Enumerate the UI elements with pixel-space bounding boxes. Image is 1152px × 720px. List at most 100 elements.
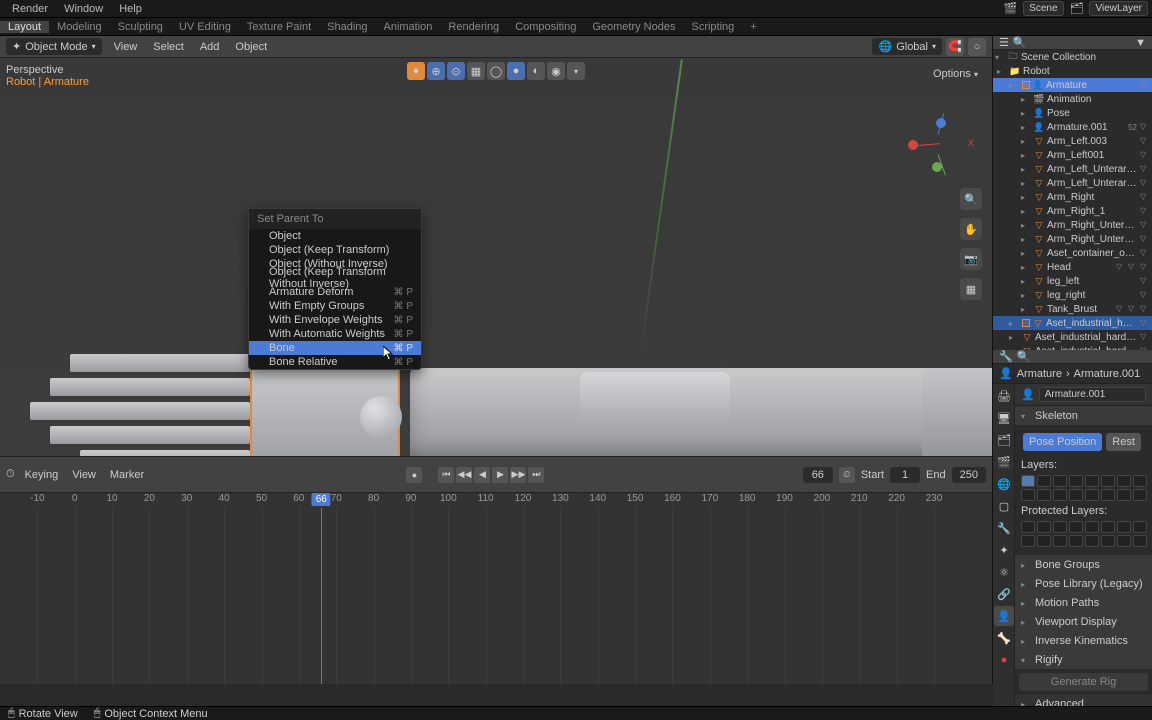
orientation-selector[interactable]: 🌐Global▾	[872, 38, 942, 55]
parent-option-1[interactable]: Object (Keep Transform)	[249, 243, 421, 257]
mode-selector[interactable]: ✦Object Mode▾	[6, 38, 102, 55]
overlay-toggle[interactable]: ⊙	[447, 62, 465, 80]
tab-uv-editing[interactable]: UV Editing	[171, 21, 239, 33]
solid-shading[interactable]: ●	[507, 62, 525, 80]
rigify-panel-header[interactable]: ▾Rigify	[1015, 651, 1152, 669]
jump-next-keyframe-button[interactable]: ▶▶	[510, 467, 526, 483]
3d-viewport[interactable]: ● ⊕ ⊙ ▦ ◯ ● ◐ ◉ ▾ Options ▾ Perspective …	[0, 58, 992, 456]
menu-help[interactable]: Help	[111, 3, 150, 15]
timeline-editor-icon[interactable]: ⏱	[6, 468, 15, 481]
rest-position-button[interactable]: Rest	[1106, 433, 1141, 451]
constraint-properties-tab[interactable]: 🔗	[994, 584, 1014, 604]
panel-header-1[interactable]: ▸Pose Library (Legacy)	[1015, 575, 1152, 593]
tab-compositing[interactable]: Compositing	[507, 21, 584, 33]
viewlayer-name-input[interactable]: ViewLayer	[1089, 1, 1148, 16]
parent-option-4[interactable]: Armature Deform⌘ P	[249, 285, 421, 299]
panel-header-0[interactable]: ▸Bone Groups	[1015, 556, 1152, 574]
parent-option-5[interactable]: With Empty Groups⌘ P	[249, 299, 421, 313]
tab-sculpting[interactable]: Sculpting	[110, 21, 171, 33]
menu-select[interactable]: Select	[149, 41, 188, 53]
zoom-tool-icon[interactable]: 🔍	[960, 188, 982, 210]
physics-properties-tab[interactable]: ⚛	[994, 562, 1014, 582]
object-properties-tab[interactable]: ▢	[994, 496, 1014, 516]
tab-shading[interactable]: Shading	[319, 21, 375, 33]
skeleton-panel-header[interactable]: ▾Skeleton	[1015, 407, 1152, 425]
xray-toggle[interactable]: ▦	[467, 62, 485, 80]
outliner-row-10[interactable]: ▸▽Arm_Right_1▽	[993, 204, 1152, 218]
outliner-row-0[interactable]: ▸📁Robot	[993, 64, 1152, 78]
tab-layout[interactable]: Layout	[0, 21, 49, 33]
snap-toggle[interactable]: 🧲	[946, 38, 964, 56]
parent-option-3[interactable]: Object (Keep Transform Without Inverse)	[249, 271, 421, 285]
pose-position-button[interactable]: Pose Position	[1023, 433, 1102, 451]
breadcrumb-armature[interactable]: Armature	[1017, 368, 1062, 380]
gizmo-y-axis[interactable]	[932, 162, 942, 172]
outliner-filter-icon[interactable]: ▼	[1135, 37, 1146, 49]
material-shading[interactable]: ◐	[527, 62, 545, 80]
outliner-row-14[interactable]: ▸▽Head▽▽▽	[993, 260, 1152, 274]
bone-properties-tab[interactable]: 🦴	[994, 628, 1014, 648]
outliner[interactable]: ▾🗀Scene Collection ▸📁Robot▸👤Armature▽▸🎬A…	[993, 50, 1152, 350]
menu-add[interactable]: Add	[196, 41, 224, 53]
scene-name-input[interactable]: Scene	[1023, 1, 1063, 16]
tab-rendering[interactable]: Rendering	[440, 21, 507, 33]
outliner-row-8[interactable]: ▸▽Arm_Left_Unterarm_2.001▽	[993, 176, 1152, 190]
armature-layers-grid[interactable]	[1021, 475, 1146, 501]
breadcrumb-data[interactable]: Armature.001	[1074, 368, 1141, 380]
outliner-row-9[interactable]: ▸▽Arm_Right▽	[993, 190, 1152, 204]
auto-keying-toggle[interactable]: ●	[406, 467, 422, 483]
outliner-filter-input[interactable]: 🔍	[1009, 36, 1135, 49]
menu-render[interactable]: Render	[4, 3, 56, 15]
timeline-ruler[interactable]: -100102030405060708090100110120130140150…	[0, 492, 992, 508]
tab-geometry-nodes[interactable]: Geometry Nodes	[584, 21, 683, 33]
tab-modeling[interactable]: Modeling	[49, 21, 110, 33]
outliner-row-15[interactable]: ▸▽leg_left▽	[993, 274, 1152, 288]
outliner-row-12[interactable]: ▸▽Arm_Right_Unterarm_2▽	[993, 232, 1152, 246]
jump-prev-keyframe-button[interactable]: ◀◀	[456, 467, 472, 483]
outliner-row-7[interactable]: ▸▽Arm_Left_Unterarm.001▽	[993, 162, 1152, 176]
outliner-row-18[interactable]: ▸▽Aset_industrial_hardware_M_v▽	[993, 316, 1152, 330]
properties-search-input[interactable]: 🔍	[1017, 350, 1146, 363]
outliner-row-16[interactable]: ▸▽leg_right▽	[993, 288, 1152, 302]
jump-to-start-button[interactable]: ⏮	[438, 467, 454, 483]
generate-rig-button[interactable]: Generate Rig	[1019, 673, 1148, 691]
armature-data-name-input[interactable]: Armature.001	[1039, 387, 1146, 402]
viewlayer-properties-tab[interactable]: 🗂	[994, 430, 1014, 450]
panel-header-3[interactable]: ▸Viewport Display	[1015, 613, 1152, 631]
outliner-row-1[interactable]: ▸👤Armature▽	[993, 78, 1152, 92]
outliner-row-11[interactable]: ▸▽Arm_Right_Unterarm▽	[993, 218, 1152, 232]
marker-menu[interactable]: Marker	[106, 469, 148, 481]
world-properties-tab[interactable]: 🌐	[994, 474, 1014, 494]
outliner-row-4[interactable]: ▸👤Armature.00152▽	[993, 120, 1152, 134]
parent-option-7[interactable]: With Automatic Weights⌘ P	[249, 327, 421, 341]
tab-add-workspace[interactable]: +	[742, 21, 764, 33]
keying-menu[interactable]: Keying	[21, 469, 63, 481]
particle-properties-tab[interactable]: ✦	[994, 540, 1014, 560]
timeline-view-menu[interactable]: View	[68, 469, 100, 481]
gizmo-z-axis[interactable]	[936, 118, 946, 128]
tab-scripting[interactable]: Scripting	[683, 21, 742, 33]
navigation-gizmo[interactable]: X	[908, 118, 968, 178]
render-properties-tab[interactable]: 🖨	[994, 386, 1014, 406]
playhead[interactable]: 66	[312, 493, 331, 506]
perspective-toggle-icon[interactable]: ▦	[960, 278, 982, 300]
tab-texture-paint[interactable]: Texture Paint	[239, 21, 319, 33]
modifier-properties-tab[interactable]: 🔧	[994, 518, 1014, 538]
outliner-row-13[interactable]: ▸▽Aset_container_other_S_ud▽	[993, 246, 1152, 260]
outliner-row-5[interactable]: ▸▽Arm_Left.003▽	[993, 134, 1152, 148]
parent-option-0[interactable]: Object	[249, 229, 421, 243]
play-reverse-button[interactable]: ◀	[474, 467, 490, 483]
menu-window[interactable]: Window	[56, 3, 111, 15]
show-gizmo-toggle[interactable]: ⊕	[427, 62, 445, 80]
use-preview-range-toggle[interactable]: ⏲	[839, 467, 855, 483]
timeline-track-area[interactable]	[0, 508, 992, 684]
selectability-toggle[interactable]: ●	[407, 62, 425, 80]
wireframe-shading[interactable]: ◯	[487, 62, 505, 80]
camera-view-icon[interactable]: 📷	[960, 248, 982, 270]
options-dropdown[interactable]: Options ▾	[927, 66, 984, 82]
shading-dropdown[interactable]: ▾	[567, 62, 585, 80]
jump-to-end-button[interactable]: ⏭	[528, 467, 544, 483]
menu-view[interactable]: View	[110, 41, 142, 53]
output-properties-tab[interactable]: 🖥	[994, 408, 1014, 428]
outliner-row-17[interactable]: ▸▽Tank_Brust▽▽▽	[993, 302, 1152, 316]
